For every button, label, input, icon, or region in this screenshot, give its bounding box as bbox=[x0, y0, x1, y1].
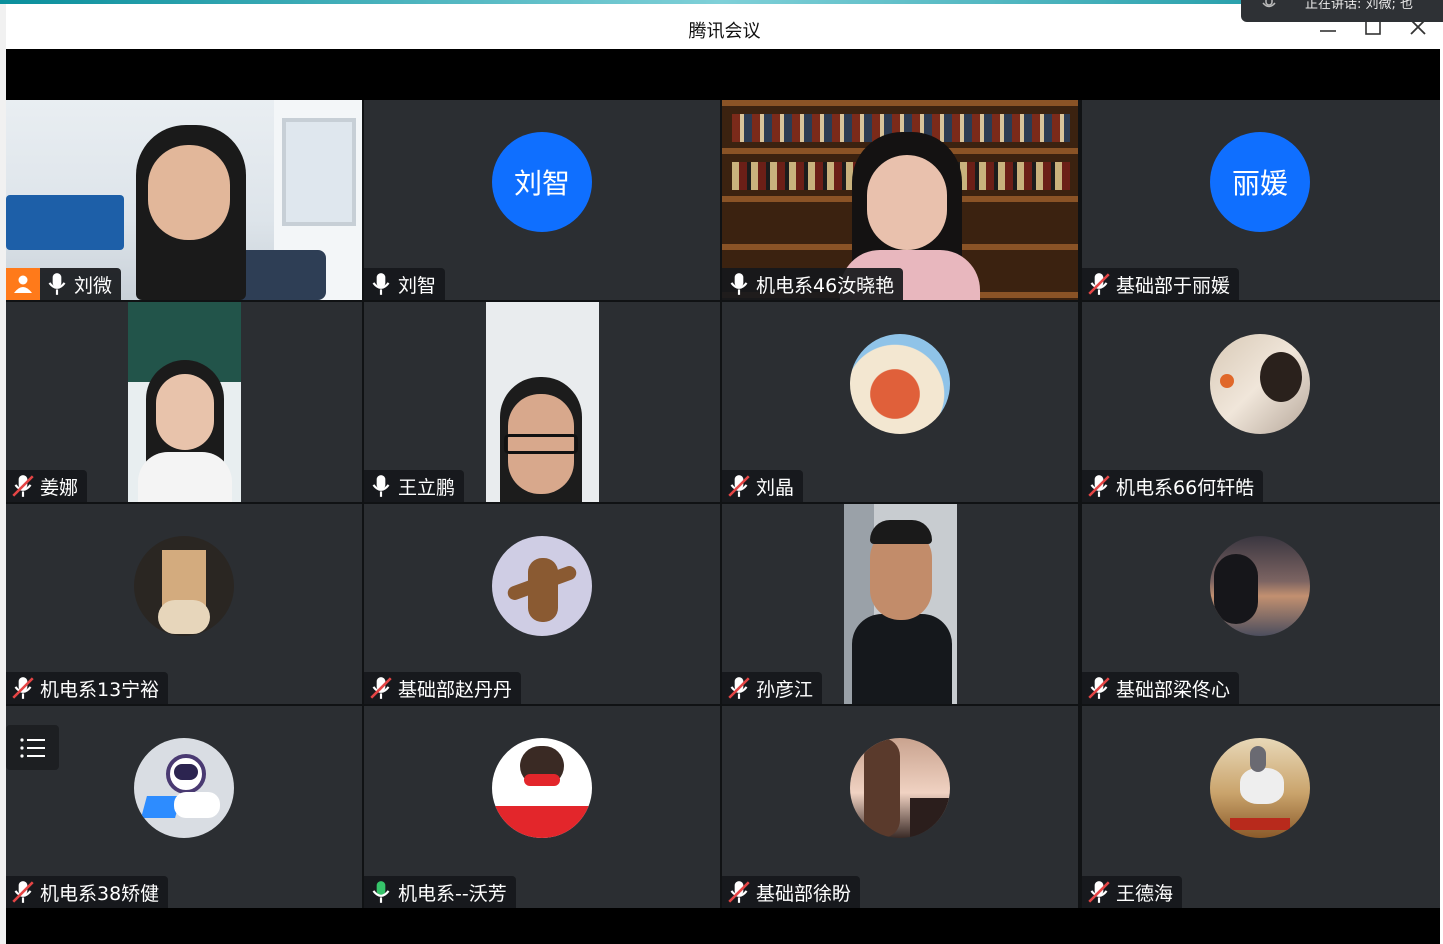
mic-muted-icon bbox=[1088, 475, 1110, 497]
list-icon bbox=[19, 737, 45, 758]
mic-icon bbox=[372, 273, 390, 295]
participant-name: 刘微 bbox=[74, 274, 113, 297]
participant-tile[interactable]: 刘晶 bbox=[722, 302, 1078, 502]
participant-name: 基础部徐盼 bbox=[756, 882, 852, 905]
avatar bbox=[1210, 536, 1310, 636]
speaking-text: 正在讲话: 刘微; 也 bbox=[1305, 0, 1414, 12]
participant-name: 基础部赵丹丹 bbox=[398, 678, 513, 701]
participant-tile[interactable]: 基础部徐盼 bbox=[722, 706, 1078, 908]
participant-name: 基础部于丽媛 bbox=[1116, 274, 1231, 297]
participant-name: 王德海 bbox=[1116, 882, 1174, 905]
mic-icon bbox=[730, 273, 748, 295]
participant-tile[interactable]: 基础部梁佟心 bbox=[1082, 504, 1440, 704]
participant-tile[interactable]: 孙彦江 bbox=[722, 504, 1078, 704]
participant-label: 机电系66何轩皓 bbox=[1082, 470, 1264, 502]
participant-video bbox=[128, 302, 241, 502]
window-title: 腾讯会议 bbox=[688, 21, 761, 42]
participant-label: 机电系13宁裕 bbox=[6, 672, 169, 704]
participant-name: 基础部梁佟心 bbox=[1116, 678, 1231, 701]
speaker-icon bbox=[1262, 0, 1276, 8]
participant-name: 姜娜 bbox=[40, 476, 79, 499]
avatar bbox=[850, 334, 950, 434]
participant-tile[interactable]: 机电系66何轩皓 bbox=[1082, 302, 1440, 502]
avatar bbox=[850, 738, 950, 838]
host-badge bbox=[6, 268, 40, 300]
participant-tile[interactable]: 刘智 刘智 bbox=[364, 100, 720, 300]
participant-name: 机电系46汝晓艳 bbox=[756, 274, 895, 297]
video-grid: 刘微 刘智 刘智 机电系46汝晓艳 丽媛 基础部于丽媛 姜娜 王立鹏 刘晶 机电… bbox=[6, 100, 1440, 908]
participant-name: 机电系--沃芳 bbox=[398, 882, 507, 905]
participant-name: 机电系66何轩皓 bbox=[1116, 476, 1255, 499]
mic-muted-icon bbox=[12, 881, 34, 903]
mic-muted-icon bbox=[1088, 881, 1110, 903]
participant-tile[interactable]: 王立鹏 bbox=[364, 302, 720, 502]
mic-muted-icon bbox=[1088, 677, 1110, 699]
participant-tile[interactable]: 基础部赵丹丹 bbox=[364, 504, 720, 704]
participant-tile[interactable]: 刘微 bbox=[6, 100, 362, 300]
mic-muted-icon bbox=[728, 475, 750, 497]
participant-tile[interactable]: 王德海 bbox=[1082, 706, 1440, 908]
participant-tile[interactable]: 姜娜 bbox=[6, 302, 362, 502]
participant-label: 基础部徐盼 bbox=[722, 876, 861, 908]
participant-name: 孙彦江 bbox=[756, 678, 814, 701]
avatar bbox=[1210, 738, 1310, 838]
participant-label: 刘微 bbox=[6, 268, 122, 300]
participant-label: 王德海 bbox=[1082, 876, 1183, 908]
participant-label: 姜娜 bbox=[6, 470, 88, 502]
participant-label: 机电系38矫健 bbox=[6, 876, 169, 908]
participant-label: 基础部赵丹丹 bbox=[364, 672, 522, 704]
participant-label: 王立鹏 bbox=[364, 470, 465, 502]
mic-muted-icon bbox=[12, 475, 34, 497]
participant-name: 刘晶 bbox=[756, 476, 795, 499]
avatar bbox=[134, 536, 234, 636]
avatar bbox=[492, 738, 592, 838]
participant-label: 刘晶 bbox=[722, 470, 804, 502]
meeting-stage: 刘微 刘智 刘智 机电系46汝晓艳 丽媛 基础部于丽媛 姜娜 王立鹏 刘晶 机电… bbox=[6, 49, 1440, 944]
avatar bbox=[1210, 334, 1310, 434]
mic-muted-icon bbox=[728, 677, 750, 699]
mic-icon bbox=[372, 475, 390, 497]
host-icon bbox=[14, 275, 32, 293]
participant-video bbox=[486, 302, 599, 502]
text-avatar: 丽媛 bbox=[1210, 132, 1310, 232]
participant-name: 机电系13宁裕 bbox=[40, 678, 160, 701]
mic-speaking-icon bbox=[372, 881, 390, 903]
mic-muted-icon bbox=[370, 677, 392, 699]
participant-label: 基础部于丽媛 bbox=[1082, 268, 1240, 300]
participant-tile[interactable]: 机电系13宁裕 bbox=[6, 504, 362, 704]
participant-label: 孙彦江 bbox=[722, 672, 823, 704]
participant-name: 刘智 bbox=[398, 274, 437, 297]
participant-tile[interactable]: 机电系46汝晓艳 bbox=[722, 100, 1078, 300]
mic-muted-icon bbox=[1088, 273, 1110, 295]
mic-muted-icon bbox=[728, 881, 750, 903]
list-menu-button[interactable] bbox=[6, 725, 59, 770]
participant-tile[interactable]: 机电系--沃芳 bbox=[364, 706, 720, 908]
text-avatar: 刘智 bbox=[492, 132, 592, 232]
participant-label: 刘智 bbox=[364, 268, 446, 300]
participant-name: 王立鹏 bbox=[398, 476, 456, 499]
avatar bbox=[492, 536, 592, 636]
mic-muted-icon bbox=[12, 677, 34, 699]
participant-video bbox=[844, 504, 957, 704]
participant-tile[interactable]: 丽媛 基础部于丽媛 bbox=[1082, 100, 1440, 300]
participant-label: 基础部梁佟心 bbox=[1082, 672, 1240, 704]
participant-tile[interactable]: 机电系38矫健 bbox=[6, 706, 362, 908]
participant-name: 机电系38矫健 bbox=[40, 882, 160, 905]
mic-icon bbox=[48, 273, 66, 295]
speaking-indicator: 正在讲话: 刘微; 也 bbox=[1241, 0, 1443, 22]
participant-label: 机电系--沃芳 bbox=[364, 876, 516, 908]
participant-label: 机电系46汝晓艳 bbox=[722, 268, 904, 300]
avatar bbox=[134, 738, 234, 838]
title-bar: 腾讯会议 bbox=[6, 4, 1443, 49]
